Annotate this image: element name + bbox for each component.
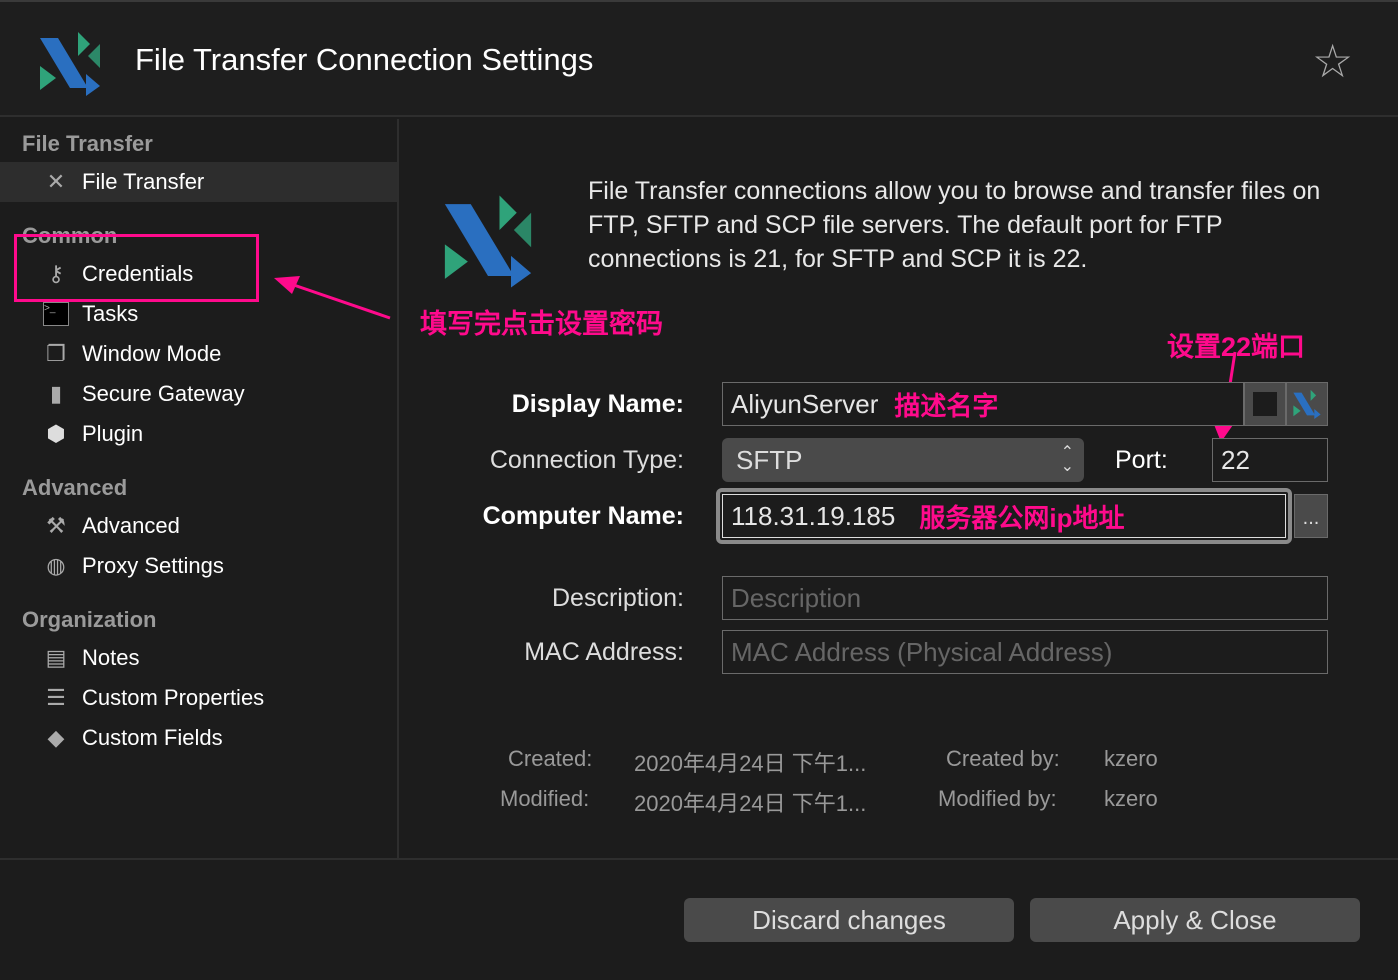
plugin-icon: ⬢ [46,421,66,446]
chevron-updown-icon: ⌃ ⌄ [1060,444,1074,475]
sidebar-item-file-transfer[interactable]: ✕ File Transfer [0,162,397,202]
computer-name-input[interactable]: 118.31.19.185 服务器公网ip地址 [722,494,1286,538]
sidebar-item-advanced[interactable]: ⚒ Advanced [0,506,397,546]
globe-icon: ◍ [46,553,66,578]
modified-label: Modified: [500,786,590,811]
computer-name-label: Computer Name: [482,502,684,530]
description-input[interactable]: Description [722,576,1328,620]
modified-by-value: kzero [1104,786,1158,811]
file-transfer-logo [40,32,100,96]
annotation-credentials: 填写完点击设置密码 [420,309,663,339]
mac-address-label: MAC Address: [524,638,684,666]
gateway-icon: ▮ [49,381,63,406]
annotation-name: 描述名字 [894,390,999,421]
window-icon: ❐ [46,341,66,366]
page-title: File Transfer Connection Settings [135,42,594,77]
tools-icon: ⚒ [46,513,66,538]
sidebar-item-label: Proxy Settings [82,553,224,578]
port-label: Port: [1115,446,1168,474]
intro-text: File Transfer connections allow you to b… [588,177,1321,273]
sidebar-item-label: Notes [82,645,140,670]
notes-icon: ▤ [45,645,67,670]
created-value: 2020年4月24日 下午1... [634,751,867,776]
icon-picker-button[interactable] [1286,382,1328,426]
annotation-highlight-box [14,234,259,302]
terminal-icon: >_ [40,298,72,330]
created-label: Created: [508,746,593,771]
connection-type-select[interactable]: SFTP ⌃ ⌄ [722,438,1084,482]
display-name-input[interactable]: AliyunServer 描述名字 [722,382,1244,426]
section-file-transfer: File Transfer [22,131,153,156]
modified-value: 2020年4月24日 下午1... [634,791,867,816]
computer-name-value: 118.31.19.185 [731,500,896,531]
sidebar-item-label: Tasks [82,301,139,326]
display-name-label: Display Name: [511,390,684,418]
sidebar-item-secure-gateway[interactable]: ▮ Secure Gateway [0,374,397,414]
list-icon: ☰ [46,685,66,710]
file-transfer-icon [1293,389,1321,419]
modified-by-label: Modified by: [938,786,1057,811]
sidebar-item-label: Advanced [82,513,180,538]
connection-type-value: SFTP [736,444,803,475]
header: File Transfer Connection Settings ☆ [0,0,1398,117]
section-organization: Organization [22,607,157,632]
annotation-ip: 服务器公网ip地址 [919,502,1125,533]
description-label: Description: [552,584,684,612]
color-picker-button[interactable] [1244,382,1286,426]
display-name-value: AliyunServer [731,388,879,419]
mac-address-input[interactable]: MAC Address (Physical Address) [722,630,1328,674]
tag-icon: ◆ [47,725,65,750]
sidebar-item-custom-properties[interactable]: ☰ Custom Properties [0,678,397,718]
sidebar-item-plugin[interactable]: ⬢ Plugin [0,414,397,454]
created-by-value: kzero [1104,746,1158,771]
sidebar-item-label: File Transfer [82,169,205,194]
file-transfer-large-icon [444,195,532,288]
sidebar-item-label: Window Mode [82,341,222,366]
sidebar-item-proxy-settings[interactable]: ◍ Proxy Settings [0,546,397,586]
apply-close-button[interactable]: Apply & Close [1030,898,1360,942]
section-advanced: Advanced [22,475,128,500]
connection-type-label: Connection Type: [489,446,684,474]
sidebar-item-label: Custom Fields [82,725,223,750]
port-input[interactable]: 22 [1212,438,1328,482]
browse-button[interactable]: ... [1294,494,1328,538]
star-icon[interactable]: ☆ [1312,34,1353,88]
created-by-label: Created by: [946,746,1060,771]
sidebar-item-custom-fields[interactable]: ◆ Custom Fields [0,718,397,758]
port-value: 22 [1221,444,1250,475]
sidebar-item-label: Plugin [82,421,144,446]
discard-changes-button[interactable]: Discard changes [684,898,1014,942]
color-swatch [1253,392,1277,416]
sidebar-item-label: Secure Gateway [82,381,245,406]
sidebar: File Transfer ✕ File Transfer Common ⚷ Cre… [0,119,399,858]
sidebar-item-label: Custom Properties [82,685,265,710]
sidebar-item-notes[interactable]: ▤ Notes [0,638,397,678]
sidebar-item-window-mode[interactable]: ❐ Window Mode [0,334,397,374]
file-transfer-icon: ✕ [46,169,66,194]
annotation-arrow-credentials [274,276,391,320]
